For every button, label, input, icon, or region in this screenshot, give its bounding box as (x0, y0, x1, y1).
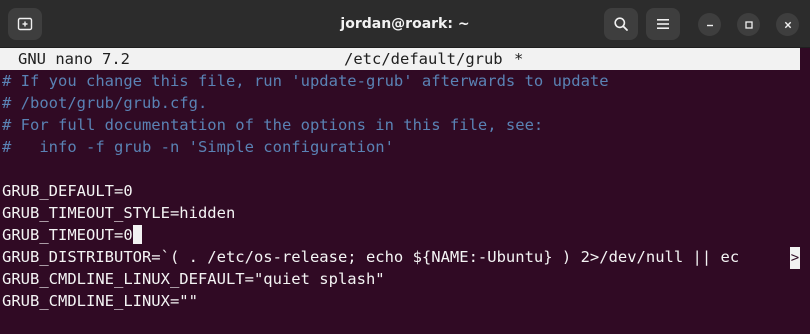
search-icon (614, 17, 628, 31)
config-line: GRUB_DISTRIBUTOR=`( . /etc/os-release; e… (2, 248, 740, 266)
config-line-cursor: GRUB_TIMEOUT=0 (2, 224, 142, 246)
nano-title-bar: GNU nano 7.2 /etc/default/grub * (0, 48, 800, 70)
comment-line: # info -f grub -n 'Simple configuration' (2, 138, 394, 156)
config-line: GRUB_CMDLINE_LINUX="" (2, 292, 198, 310)
line-overflow-marker: > (790, 247, 800, 269)
comment-line: # For full documentation of the options … (2, 116, 544, 134)
minimize-icon (706, 24, 713, 26)
close-icon (784, 21, 791, 28)
menu-button[interactable] (646, 8, 680, 40)
new-tab-icon (17, 17, 33, 31)
window-title: jordan@roark: ~ (340, 16, 470, 32)
search-button[interactable] (604, 8, 638, 40)
nano-modified-indicator: * (514, 50, 524, 68)
terminal-window: jordan@roark: ~ GNU nano 7.2 /etc/defaul… (0, 0, 810, 334)
maximize-button[interactable] (737, 13, 760, 36)
text-cursor (132, 225, 142, 244)
scrollbar[interactable] (802, 48, 810, 334)
nano-filename: /etc/default/grub (344, 50, 503, 68)
config-line-text: GRUB_TIMEOUT=0 (2, 226, 133, 244)
nano-version: GNU nano 7.2 (18, 50, 130, 68)
title-bar: jordan@roark: ~ (0, 0, 810, 48)
config-line: GRUB_TIMEOUT_STYLE=hidden (2, 204, 236, 222)
config-line: GRUB_DEFAULT=0 (2, 182, 133, 200)
close-button[interactable] (776, 13, 799, 36)
new-tab-button[interactable] (8, 8, 42, 40)
terminal-content[interactable]: GNU nano 7.2 /etc/default/grub * # If yo… (0, 48, 810, 334)
scrollbar-thumb[interactable] (803, 48, 809, 334)
comment-line: # /boot/grub/grub.cfg. (2, 94, 208, 112)
config-line: GRUB_CMDLINE_LINUX_DEFAULT="quiet splash… (2, 270, 385, 288)
comment-line: # If you change this file, run 'update-g… (2, 72, 609, 90)
maximize-icon (744, 20, 753, 29)
minimize-button[interactable] (698, 13, 721, 36)
hamburger-menu-icon (657, 19, 669, 29)
